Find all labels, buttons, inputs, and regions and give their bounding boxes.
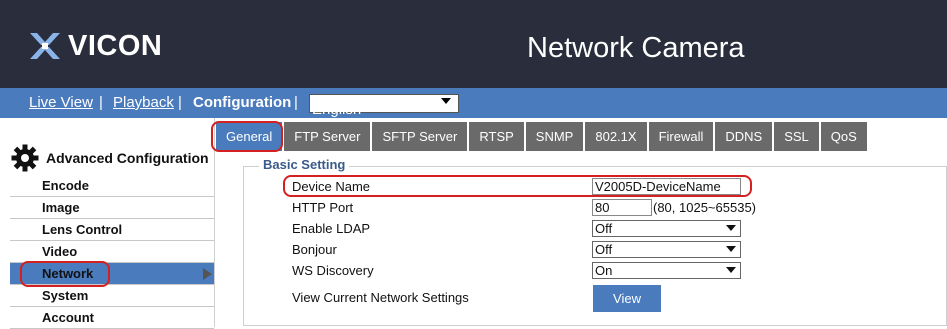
sidebar-item-network[interactable]: Network bbox=[10, 263, 214, 285]
advanced-config-title: Advanced Configuration bbox=[46, 150, 209, 166]
tab-firewall[interactable]: Firewall bbox=[648, 122, 716, 151]
tab-ssl[interactable]: SSL bbox=[774, 122, 821, 151]
tab-ftp-server[interactable]: FTP Server bbox=[284, 122, 373, 151]
ws-discovery-value: On bbox=[595, 263, 613, 278]
sidebar-item-label: Video bbox=[42, 244, 78, 259]
language-select[interactable]: English bbox=[309, 94, 459, 118]
chevron-down-icon bbox=[726, 267, 736, 273]
nav-configuration[interactable]: Configuration bbox=[193, 94, 291, 112]
chevron-down-icon bbox=[726, 246, 736, 252]
sidebar-item-label: Account bbox=[42, 310, 94, 325]
bonjour-label: Bonjour bbox=[292, 242, 337, 257]
ws-discovery-select[interactable]: On bbox=[592, 262, 741, 279]
sidebar-item-encode[interactable]: Encode bbox=[10, 175, 214, 197]
top-nav: Live View | Playback | Configuration | E… bbox=[0, 88, 947, 118]
caret-right-icon bbox=[203, 268, 212, 280]
tab-bar: General FTP Server SFTP Server RTSP SNMP… bbox=[216, 122, 869, 151]
vicon-logo-icon bbox=[30, 33, 60, 59]
tab-qos[interactable]: QoS bbox=[820, 122, 869, 151]
nav-playback[interactable]: Playback bbox=[113, 94, 174, 112]
logo-text: VICON bbox=[68, 30, 163, 62]
ldap-value: Off bbox=[595, 221, 613, 236]
language-value: English bbox=[312, 101, 362, 118]
nav-live-view[interactable]: Live View bbox=[29, 94, 93, 112]
app-header: VICON Network Camera bbox=[0, 0, 947, 88]
nav-separator: | bbox=[99, 94, 103, 111]
nav-separator: | bbox=[294, 94, 298, 111]
http-port-input[interactable] bbox=[592, 199, 652, 216]
sidebar-item-video[interactable]: Video bbox=[10, 241, 214, 263]
sidebar-item-label: Encode bbox=[42, 178, 89, 193]
sidebar-item-account[interactable]: Account bbox=[10, 307, 214, 329]
sidebar-divider bbox=[214, 118, 215, 327]
tab-general[interactable]: General bbox=[216, 122, 285, 151]
tab-sftp-server[interactable]: SFTP Server bbox=[372, 122, 470, 151]
advanced-config-header: Advanced Configuration bbox=[10, 143, 209, 173]
bonjour-select[interactable]: Off bbox=[592, 241, 741, 258]
sidebar-item-image[interactable]: Image bbox=[10, 197, 214, 219]
sidebar-item-label: Network bbox=[42, 266, 94, 281]
tab-rtsp[interactable]: RTSP bbox=[469, 122, 526, 151]
ws-discovery-label: WS Discovery bbox=[292, 263, 374, 278]
sidebar-item-label: Image bbox=[42, 200, 80, 215]
ldap-select[interactable]: Off bbox=[592, 220, 741, 237]
gear-icon bbox=[11, 144, 39, 172]
device-name-input[interactable] bbox=[592, 178, 741, 195]
http-port-label: HTTP Port bbox=[292, 200, 354, 215]
view-network-settings-label: View Current Network Settings bbox=[292, 290, 469, 305]
ldap-label: Enable LDAP bbox=[292, 221, 371, 236]
sidebar-item-label: System bbox=[42, 288, 89, 303]
tab-snmp[interactable]: SNMP bbox=[525, 122, 586, 151]
sidebar-item-system[interactable]: System bbox=[10, 285, 214, 307]
vicon-logo: VICON bbox=[28, 28, 162, 64]
device-name-label: Device Name bbox=[292, 179, 371, 194]
chevron-down-icon bbox=[726, 225, 736, 231]
tab-8021x[interactable]: 802.1X bbox=[585, 122, 649, 151]
sidebar-item-lens-control[interactable]: Lens Control bbox=[10, 219, 214, 241]
http-port-hint: (80, 1025~65535) bbox=[653, 200, 757, 215]
page-title: Network Camera bbox=[527, 32, 745, 64]
basic-setting-legend: Basic Setting bbox=[259, 157, 350, 172]
bonjour-value: Off bbox=[595, 242, 613, 257]
nav-separator: | bbox=[178, 94, 182, 111]
view-button[interactable]: View bbox=[593, 285, 661, 312]
sidebar: Encode Image Lens Control Video Network … bbox=[10, 175, 214, 329]
tab-ddns[interactable]: DDNS bbox=[715, 122, 775, 151]
sidebar-item-label: Lens Control bbox=[42, 222, 123, 237]
